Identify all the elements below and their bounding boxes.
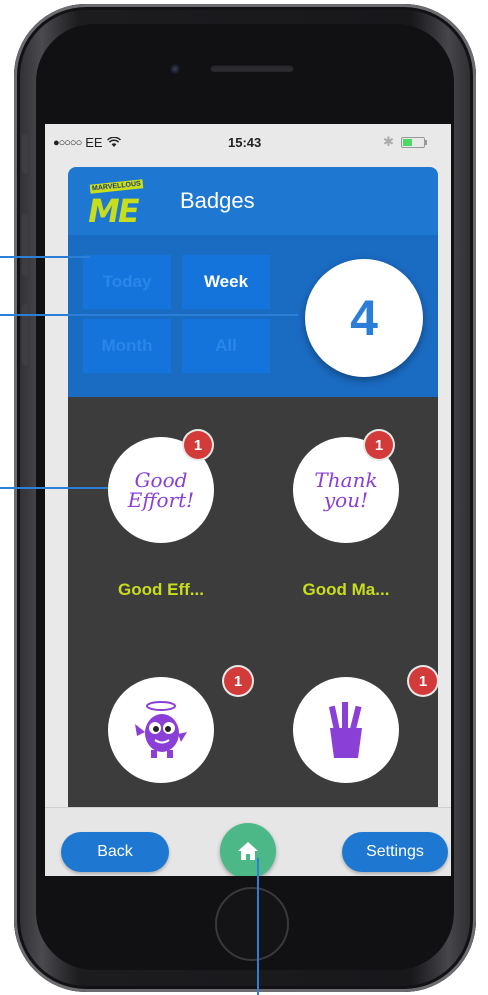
app-screen: ●○○○○ EE 15:43 ✱ ME MARVELLOUS Badges To… <box>45 124 451 876</box>
status-bar: ●○○○○ EE 15:43 ✱ <box>45 124 451 162</box>
earpiece-speaker <box>210 64 294 72</box>
callout-line <box>0 487 108 489</box>
volume-up-button <box>22 214 28 276</box>
carrier-info: ●○○○○ EE <box>53 135 121 150</box>
wifi-icon <box>106 137 121 147</box>
notification-badge: 1 <box>184 431 212 459</box>
bottom-nav: Back Settings <box>45 807 451 876</box>
battery-icon <box>401 137 427 148</box>
callout-line <box>0 256 90 258</box>
filter-month-button[interactable]: Month <box>83 319 171 373</box>
front-camera <box>169 63 181 75</box>
pencil-pot-icon <box>328 702 362 758</box>
mute-switch <box>22 134 28 174</box>
badge-pencil-pot[interactable] <box>293 677 399 783</box>
badge-label[interactable]: Good Ma... <box>271 580 421 600</box>
notification-badge: 1 <box>365 431 393 459</box>
thank-you-icon: Thank you! <box>314 468 378 512</box>
marvellous-me-logo: ME MARVELLOUS <box>85 179 146 230</box>
carrier-name: EE <box>85 135 103 150</box>
home-button[interactable] <box>220 823 276 876</box>
callout-line <box>257 858 259 995</box>
page-title: Badges <box>180 188 255 213</box>
badge-monster[interactable] <box>108 677 214 783</box>
period-filter-panel: Today Week Month All 4 <box>68 235 438 397</box>
clock: 15:43 <box>228 135 262 150</box>
badge-label[interactable]: Good Eff... <box>86 580 236 600</box>
badge-grid: Good Effort! 1 Good Eff... Thank you! 1 … <box>68 397 438 807</box>
settings-button[interactable]: Settings <box>342 832 448 872</box>
notification-badge: 1 <box>224 667 252 695</box>
hardware-home-button[interactable] <box>215 887 289 961</box>
signal-strength-icon: ●○○○○ <box>53 136 82 149</box>
callout-line <box>0 314 298 316</box>
logo-me-text: ME <box>84 192 142 230</box>
app-header: ME MARVELLOUS Badges <box>68 167 438 235</box>
good-effort-icon: Good Effort! <box>127 468 195 512</box>
badge-count: 4 <box>305 259 423 377</box>
filter-today-button[interactable]: Today <box>83 255 171 309</box>
home-icon <box>238 842 258 860</box>
monster-icon <box>135 701 187 758</box>
filter-all-button[interactable]: All <box>182 319 270 373</box>
back-button[interactable]: Back <box>61 832 169 872</box>
bluetooth-icon: ✱ <box>383 134 394 149</box>
filter-week-button[interactable]: Week <box>182 255 270 309</box>
notification-badge: 1 <box>409 667 437 695</box>
